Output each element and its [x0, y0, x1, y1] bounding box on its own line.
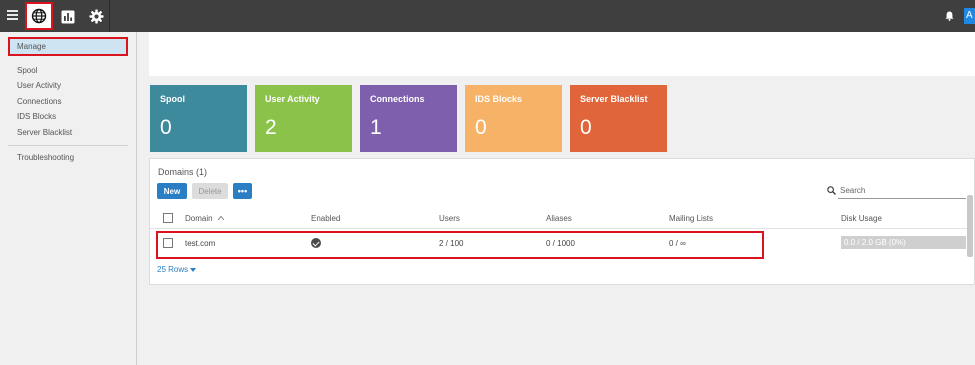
toolbar-divider	[109, 0, 110, 32]
top-bar: A	[0, 0, 975, 32]
column-header-domain[interactable]: Domain	[185, 214, 225, 223]
sidebar-item-troubleshooting[interactable]: Troubleshooting	[17, 153, 74, 162]
settings-button[interactable]	[82, 3, 110, 30]
delete-button[interactable]: Delete	[192, 183, 228, 199]
sidebar-item-server-blacklist[interactable]: Server Blacklist	[17, 128, 72, 137]
sidebar-divider	[8, 145, 128, 146]
sidebar-item-ids-blocks[interactable]: IDS Blocks	[17, 112, 56, 121]
scrollbar[interactable]	[967, 195, 973, 257]
domains-panel: Domains (1) New Delete ••• Domain Enable…	[149, 158, 975, 285]
tile-label: User Activity	[265, 94, 320, 104]
sort-asc-icon	[217, 215, 225, 221]
sidebar: Manage Spool User Activity Connections I…	[0, 32, 137, 365]
tile-connections[interactable]: Connections 1	[360, 85, 457, 152]
column-header-enabled[interactable]: Enabled	[311, 214, 340, 223]
globe-icon	[31, 8, 47, 24]
rows-per-page-dropdown[interactable]: 25 Rows	[157, 265, 197, 274]
menu-icon[interactable]	[7, 10, 18, 21]
sidebar-item-manage[interactable]: Manage	[8, 37, 128, 56]
disk-usage-bar: 0.0 / 2.0 GB (0%)	[841, 236, 966, 249]
tile-label: Server Blacklist	[580, 94, 648, 104]
tile-count: 0	[475, 116, 487, 139]
column-label: Domain	[185, 214, 213, 223]
sidebar-item-connections[interactable]: Connections	[17, 97, 61, 106]
tile-user-activity[interactable]: User Activity 2	[255, 85, 352, 152]
table-header: Domain Enabled Users Aliases Mailing Lis…	[150, 208, 970, 229]
sidebar-item-spool[interactable]: Spool	[17, 66, 37, 75]
sidebar-item-user-activity[interactable]: User Activity	[17, 81, 61, 90]
caret-down-icon	[190, 268, 197, 272]
avatar[interactable]: A	[964, 8, 975, 24]
header-band	[149, 32, 975, 76]
panel-title: Domains (1)	[158, 167, 208, 177]
tile-spool[interactable]: Spool 0	[150, 85, 247, 152]
chart-icon	[61, 10, 75, 23]
column-header-users[interactable]: Users	[439, 214, 460, 223]
gear-icon	[88, 9, 104, 24]
tile-count: 2	[265, 116, 277, 139]
tile-count: 0	[580, 116, 592, 139]
tile-server-blacklist[interactable]: Server Blacklist 0	[570, 85, 667, 152]
search-input[interactable]	[838, 183, 966, 199]
tile-label: Connections	[370, 94, 425, 104]
disk-usage-text: 0.0 / 2.0 GB (0%)	[844, 238, 906, 247]
tile-label: IDS Blocks	[475, 94, 523, 104]
select-all-checkbox[interactable]	[163, 213, 173, 223]
column-header-aliases[interactable]: Aliases	[546, 214, 572, 223]
tile-ids-blocks[interactable]: IDS Blocks 0	[465, 85, 562, 152]
tile-count: 0	[160, 116, 172, 139]
column-header-mailing-lists[interactable]: Mailing Lists	[669, 214, 713, 223]
column-header-disk-usage[interactable]: Disk Usage	[841, 214, 882, 223]
more-options-button[interactable]: •••	[233, 183, 252, 199]
bell-icon[interactable]	[945, 11, 954, 21]
rows-per-page-label: 25 Rows	[157, 265, 189, 274]
globe-button[interactable]	[25, 2, 53, 30]
reports-button[interactable]	[54, 3, 82, 30]
search-icon	[827, 186, 836, 195]
tile-count: 1	[370, 116, 382, 139]
tile-label: Spool	[160, 94, 185, 104]
row-highlight	[156, 231, 764, 259]
new-button[interactable]: New	[157, 183, 187, 199]
